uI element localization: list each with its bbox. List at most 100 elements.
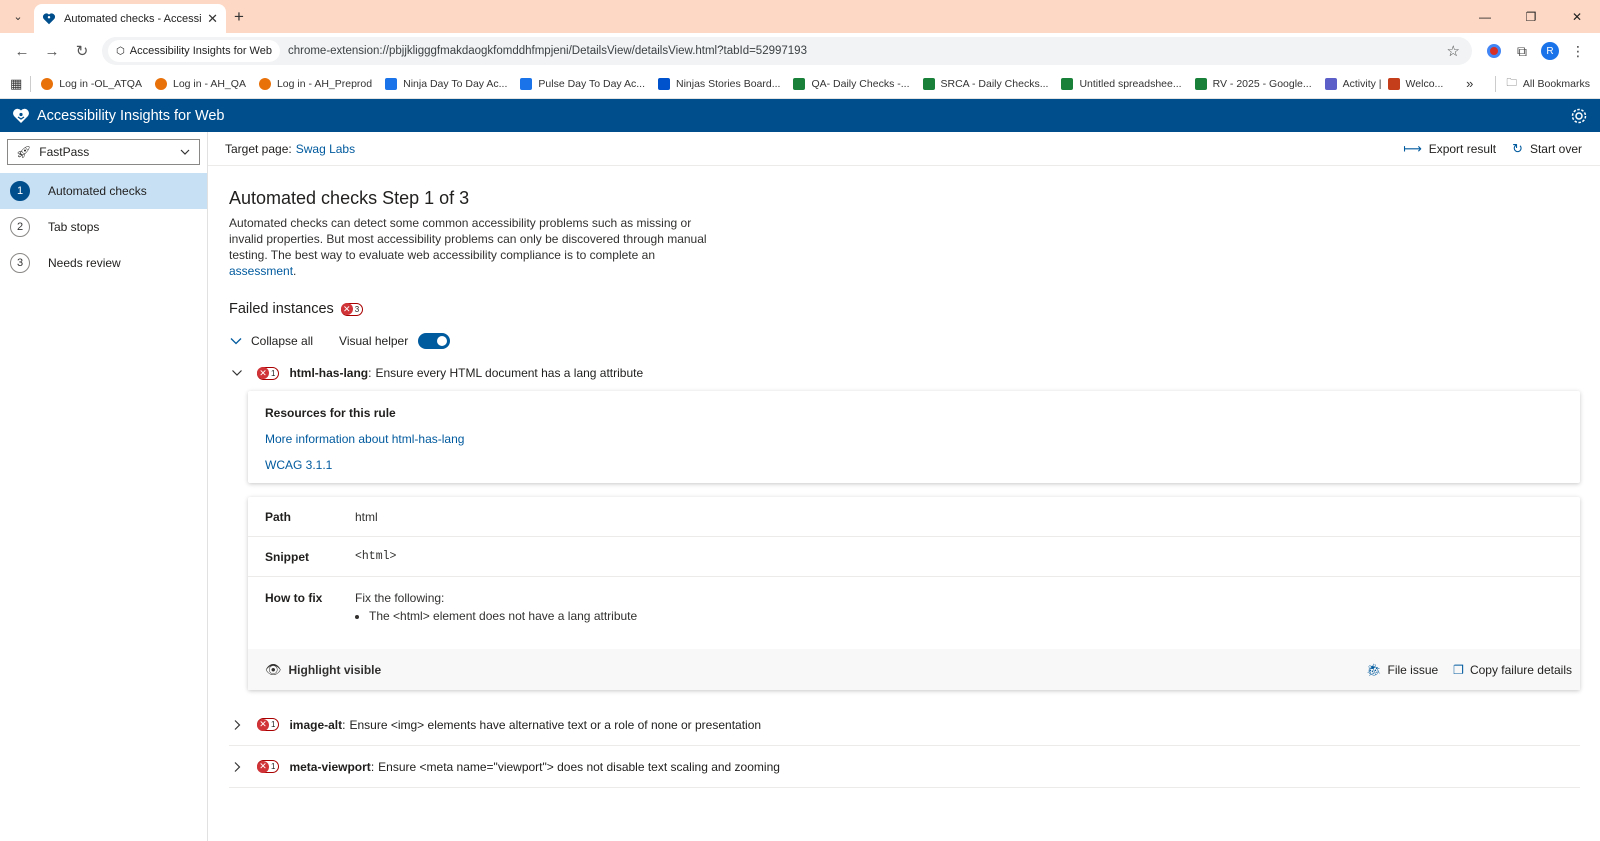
nav-item-label: Tab stops [48,220,100,234]
restore-button[interactable]: ❐ [1508,0,1554,33]
browser-tab[interactable]: Automated checks - Accessibility ✕ [34,4,226,33]
profile-avatar[interactable]: R [1536,37,1564,65]
new-tab-button[interactable]: + [234,7,244,27]
bookmark-item[interactable]: RV - 2025 - Google... [1194,77,1312,90]
step-number: 3 [10,253,30,273]
bookmark-list: Log in -OL_ATQA Log in - AH_QA Log in - AH… [41,77,1456,90]
chevron-down-icon [230,338,242,345]
rule-row-html-has-lang[interactable]: ✕ 1 html-has-lang: Ensure every HTML docu… [229,355,1580,391]
chevron-right-icon[interactable] [230,760,244,774]
rule-row-meta-viewport[interactable]: ✕ 1 meta-viewport: Ensure <meta name="vie… [229,746,1580,788]
target-page-link[interactable]: Swag Labs [296,142,355,156]
extensions-puzzle-icon[interactable]: ⧉ [1508,37,1536,65]
address-bar[interactable]: ⬡ Accessibility Insights for Web chrome-e… [102,37,1472,65]
all-bookmarks-folder-icon: 🗀 [1506,76,1517,89]
rule-colon: : [368,366,372,380]
page-title: Automated checks Step 1 of 3 [229,188,470,208]
board-icon [658,77,670,90]
all-bookmarks-link[interactable]: All Bookmarks [1523,78,1590,90]
back-button[interactable]: ← [8,37,36,65]
how-to-fix-row: How to fix Fix the following: The <html>… [248,577,1580,649]
start-over-button[interactable]: ↻ Start over [1512,141,1582,157]
error-x-icon: ✕ [257,367,269,379]
close-window-button[interactable]: ✕ [1554,0,1600,33]
nav-item-tab-stops[interactable]: 2 Tab stops [0,209,207,245]
tab-title: Automated checks - Accessibility [64,12,201,25]
target-page-label: Target page: [225,141,292,156]
forward-button[interactable]: → [38,37,66,65]
apps-grid-icon[interactable]: ▦ [10,76,22,92]
browser-tab-strip: ⌄ Automated checks - Accessibility ✕ + —… [0,0,1600,33]
assessment-link[interactable]: assessment [229,264,293,278]
nav-item-automated-checks[interactable]: 1 Automated checks [0,173,207,209]
mode-dropdown[interactable]: 🚀︎ FastPass [7,139,200,165]
fix-list: The <html> element does not have a lang … [355,609,1563,623]
export-arrow-icon: ⟼ [1403,140,1422,156]
copy-failure-details-button[interactable]: ❐ Copy failure details [1453,663,1572,677]
sheet-icon [1061,77,1074,90]
extension-record-icon[interactable] [1480,37,1508,65]
tab-search-button[interactable]: ⌄ [8,6,28,26]
bookmarks-bar: ▦ Log in -OL_ATQA Log in - AH_QA Log in - … [0,69,1600,99]
visual-helper-toggle[interactable] [418,333,451,349]
minimize-button[interactable]: — [1462,0,1508,33]
extension-chip[interactable]: ⬡ Accessibility Insights for Web [108,40,280,62]
bookmark-item[interactable]: Activity | [1324,77,1382,90]
rule-row-image-alt[interactable]: ✕ 1 image-alt: Ensure <img> elements have… [229,704,1580,746]
settings-gear-icon[interactable] [1570,107,1588,125]
accessibility-insights-logo-icon [13,108,29,123]
bookmark-item[interactable]: Ninjas Stories Board... [658,77,780,90]
bookmark-item[interactable]: Pulse Day To Day Ac... [520,77,645,90]
puzzle-icon: ⬡ [116,45,125,57]
doc-icon [520,77,533,90]
rule-id: image-alt [289,717,343,732]
chevron-down-icon[interactable] [230,366,244,380]
bug-icon: 🐞︎ [1366,662,1382,677]
visual-helper-label: Visual helper [339,334,409,348]
bookmarks-divider [30,75,32,92]
resources-card: Resources for this rule More information… [248,391,1580,483]
how-to-fix-content: Fix the following: The <html> element do… [355,591,1563,649]
bookmark-star-icon[interactable]: ☆ [1447,42,1460,60]
sheet-icon [922,77,935,90]
bookmark-item[interactable]: Log in -OL_ATQA [41,77,142,90]
nav-item-needs-review[interactable]: 3 Needs review [0,245,207,281]
command-bar-actions: ⟼ Export result ↻ Start over [1387,141,1582,157]
path-value: html [355,509,378,524]
chevron-right-icon[interactable] [230,718,244,732]
file-issue-button[interactable]: 🐞︎ File issue [1366,663,1438,677]
rule-colon: : [370,759,375,774]
bookmark-item[interactable]: Welco... [1387,77,1443,90]
bookmark-item[interactable]: QA- Daily Checks -... [793,77,910,90]
bookmark-item[interactable]: Ninja Day To Day Ac... [385,77,507,90]
teams-icon [1324,77,1337,90]
more-bookmarks-chevron-icon[interactable]: » [1466,76,1473,91]
gear-icon [41,77,54,90]
tab-close-icon[interactable]: ✕ [207,11,218,27]
step-number: 2 [10,217,30,237]
bookmark-item[interactable]: Untitled spreadshee... [1061,77,1182,90]
reload-button[interactable]: ↻ [68,37,96,65]
rule-description: Ensure every HTML document has a lang at… [375,366,644,380]
main-area: 🚀︎ FastPass 1 Automated checks 2 Tab sto… [0,132,1600,841]
collapse-all-button[interactable]: Collapse all [229,334,313,348]
instance-actions: 🐞︎ File issue ❐ Copy failure details [1351,663,1572,677]
wcag-link[interactable]: WCAG 3.1.1 [265,458,1563,472]
export-result-button[interactable]: ⟼ Export result [1403,141,1496,157]
rule-colon: : [342,717,346,732]
url-text[interactable]: chrome-extension://pbjjkligggfmakdaogkfo… [288,45,1447,57]
teams-icon [1387,77,1400,90]
browser-menu-icon[interactable]: ⋮ [1564,37,1592,65]
bookmark-item[interactable]: Log in - AH_QA [154,77,246,90]
rule-description: Ensure <meta name="viewport"> does not d… [378,759,780,774]
chevron-down-icon [180,149,190,155]
bookmark-item[interactable]: Log in - AH_Preprod [258,77,372,90]
sheet-icon [793,77,806,90]
highlight-visible-indicator: 👁︎ Highlight visible [265,661,382,677]
instance-card: Path html Snippet <html> How to fix Fix … [248,497,1580,690]
bookmark-item[interactable]: SRCA - Daily Checks... [922,77,1048,90]
more-info-link[interactable]: More information about html-has-lang [265,432,1563,446]
rule-failure-badge: ✕ 1 [257,366,280,380]
nav-item-label: Automated checks [48,184,147,198]
rule-id: meta-viewport [289,759,371,774]
